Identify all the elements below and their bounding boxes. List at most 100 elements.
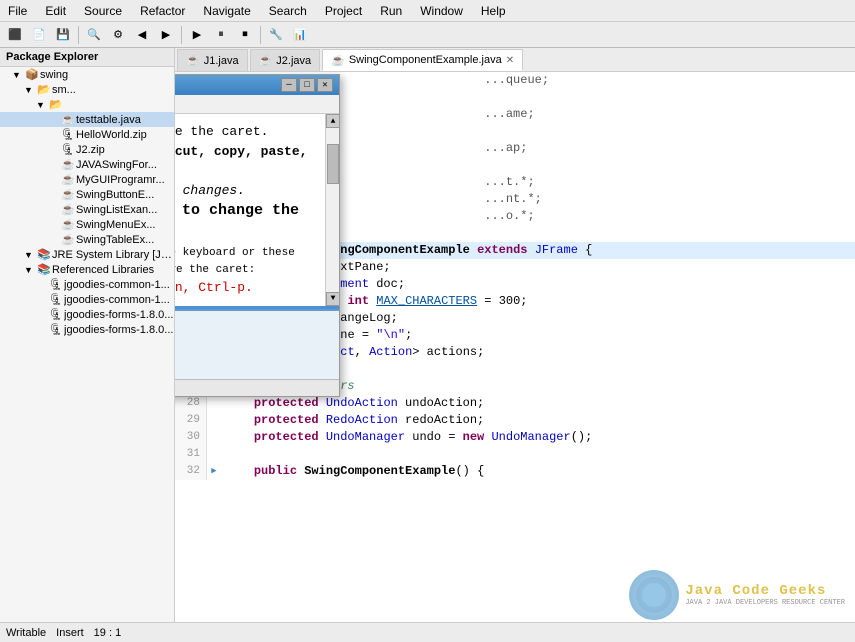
tree-item-jgoodies2[interactable]: 🗜 jgoodies-common-1...: [0, 292, 174, 307]
line-number: 30: [175, 429, 207, 446]
tree-arrow: ▼: [24, 265, 36, 275]
java-file-icon: ☕: [60, 113, 76, 126]
editor-content: ...queue; ...ame;: [175, 72, 855, 642]
toolbar-btn-7[interactable]: ▶: [155, 25, 177, 45]
toolbar-btn-9[interactable]: ⏸: [210, 25, 232, 45]
jcg-brand-text: Java Code Geeks: [685, 583, 845, 599]
tree-label: SwingMenuEx...: [76, 219, 155, 231]
java-file-icon: ☕: [60, 218, 76, 231]
right-panel: ☕ J1.java ☕ J2.java ☕ SwingComponentExam…: [175, 48, 855, 642]
code-line-28: 28 protected UndoAction undoAction;: [175, 395, 855, 412]
tree-label: jgoodies-forms-1.8.0...: [64, 309, 173, 321]
tab-label-swing: SwingComponentExample.java: [349, 54, 502, 66]
library-icon: 📚: [36, 248, 52, 261]
menu-edit[interactable]: Edit: [41, 2, 70, 20]
scroll-up-button[interactable]: ▲: [326, 114, 340, 128]
line-number: 31: [175, 446, 207, 463]
tab-close-swing[interactable]: ✕: [506, 55, 514, 66]
left-panel: Package Explorer ▼ 📦 swing ▼ 📂 sm...: [0, 48, 175, 642]
tree-item-swingtable[interactable]: ☕ SwingTableEx...: [0, 232, 174, 247]
tree-item-mygui[interactable]: ☕ MyGUIProgramr...: [0, 172, 174, 187]
dialog-close-button[interactable]: ✕: [317, 78, 333, 92]
tree-arrow: ▼: [24, 250, 36, 260]
tree-item-javaswing[interactable]: ☕ JAVASwingFor...: [0, 157, 174, 172]
java-file-icon: ☕: [60, 173, 76, 186]
tree-area[interactable]: ▼ 📦 swing ▼ 📂 sm... ▼ 📂: [0, 67, 174, 642]
menu-source[interactable]: Source: [80, 2, 126, 20]
tree-item-swinglist[interactable]: ☕ SwingListExan...: [0, 202, 174, 217]
tree-item-helloworld[interactable]: 🗜 HelloWorld.zip: [0, 127, 174, 142]
tree-item-sm[interactable]: ▼ 📂 sm...: [0, 82, 174, 97]
toolbar-btn-5[interactable]: ⚙: [107, 25, 129, 45]
tree-item-testtable[interactable]: ☕ testtable.java: [0, 112, 174, 127]
dialog-titlebar: SwingComponentExample ─ □ ✕: [175, 75, 339, 95]
tree-label: jgoodies-common-1...: [64, 294, 170, 306]
folder-icon: 📂: [36, 83, 52, 96]
toolbar-btn-10[interactable]: ⏹: [234, 25, 256, 45]
menu-refactor[interactable]: Refactor: [136, 2, 189, 20]
main-layout: Package Explorer ▼ 📦 swing ▼ 📂 sm...: [0, 48, 855, 642]
tab-j1[interactable]: ☕ J1.java: [177, 49, 248, 71]
toolbar-btn-1[interactable]: ⬛: [4, 25, 26, 45]
menu-search[interactable]: Search: [265, 2, 311, 20]
menu-project[interactable]: Project: [321, 2, 366, 20]
tree-item-jgoodies4[interactable]: 🗜 jgoodies-forms-1.8.0...: [0, 322, 174, 337]
tree-item-jgoodies1[interactable]: 🗜 jgoodies-common-1...: [0, 277, 174, 292]
menu-navigate[interactable]: Navigate: [199, 2, 254, 20]
toolbar-btn-4[interactable]: 🔍: [83, 25, 105, 45]
library-icon: 📚: [36, 263, 52, 276]
line-arrow: ▶: [207, 463, 221, 480]
line-number: 29: [175, 412, 207, 429]
zip-icon: 🗜: [60, 128, 76, 141]
tab-icon-j1: ☕: [186, 54, 200, 67]
zip-icon: 🗜: [60, 143, 76, 156]
menu-file[interactable]: File: [4, 2, 31, 20]
dialog-body: Use the mouse to place the caret. Use th…: [175, 114, 339, 306]
toolbar-separator-2: [181, 26, 182, 44]
toolbar-btn-12[interactable]: 📊: [289, 25, 311, 45]
tree-item-src[interactable]: ▼ 📂: [0, 97, 174, 112]
tree-label: MyGUIProgramr...: [76, 174, 165, 186]
dialog-menubar: Edit Style: [175, 95, 339, 114]
tree-item-jre[interactable]: ▼ 📚 JRE System Library [Ja...: [0, 247, 174, 262]
tree-item-swingmenu[interactable]: ☕ SwingMenuEx...: [0, 217, 174, 232]
scroll-thumb[interactable]: [327, 144, 339, 184]
toolbar-btn-2[interactable]: 📄: [28, 25, 50, 45]
tree-item-jgoodies3[interactable]: 🗜 jgoodies-forms-1.8.0...: [0, 307, 174, 322]
dialog-maximize-button[interactable]: □: [299, 78, 315, 92]
toolbar-btn-3[interactable]: 💾: [52, 25, 74, 45]
tree-label: jgoodies-forms-1.8.0...: [64, 324, 173, 336]
menu-run[interactable]: Run: [376, 2, 406, 20]
tree-label: jgoodies-common-1...: [64, 279, 170, 291]
toolbar-btn-11[interactable]: 🔧: [265, 25, 287, 45]
toolbar-btn-8[interactable]: ▶: [186, 25, 208, 45]
dialog-status: Caret Status: [175, 379, 339, 396]
jcg-text-area: Java Code Geeks JAVA 2 JAVA DEVELOPERS R…: [685, 583, 845, 607]
tree-item-swingbutton[interactable]: ☕ SwingButtonE...: [0, 187, 174, 202]
tab-j2[interactable]: ☕ J2.java: [250, 49, 321, 71]
tab-label-j1: J1.java: [204, 55, 239, 67]
menu-help[interactable]: Help: [477, 2, 510, 20]
toolbar-btn-6[interactable]: ◀: [131, 25, 153, 45]
tree-item-j2zip[interactable]: 🗜 J2.zip: [0, 142, 174, 157]
jcg-logo-row: Java Code Geeks JAVA 2 JAVA DEVELOPERS R…: [629, 570, 845, 620]
line-code: protected UndoAction undoAction;: [221, 395, 484, 412]
menu-window[interactable]: Window: [416, 2, 467, 20]
dialog-box: SwingComponentExample ─ □ ✕ Edit Style: [175, 74, 340, 397]
dialog-text-4: Use the style menu to change the style o…: [175, 200, 319, 245]
tree-item-reflibrary[interactable]: ▼ 📚 Referenced Libraries: [0, 262, 174, 277]
jcg-logo: Java Code Geeks JAVA 2 JAVA DEVELOPERS R…: [629, 570, 845, 620]
referenced-libraries-label: Referenced Libraries: [52, 264, 154, 276]
status-text: Writable: [6, 627, 46, 639]
tab-icon-swing: ☕: [331, 54, 345, 67]
tree-label: JRE System Library [Ja...: [52, 249, 174, 261]
protected-keyword: protected: [254, 396, 319, 410]
scroll-down-button[interactable]: ▼: [326, 292, 340, 306]
dialog-minimize-button[interactable]: ─: [281, 78, 297, 92]
tree-item-swing[interactable]: ▼ 📦 swing: [0, 67, 174, 82]
dialog-scrollbar[interactable]: ▲ ▼: [325, 114, 339, 306]
tab-swingcomponent[interactable]: ☕ SwingComponentExample.java ✕: [322, 49, 523, 71]
tree-label: sm...: [52, 84, 76, 96]
tree-label: testtable.java: [76, 114, 141, 126]
line-number: 32: [175, 463, 207, 480]
